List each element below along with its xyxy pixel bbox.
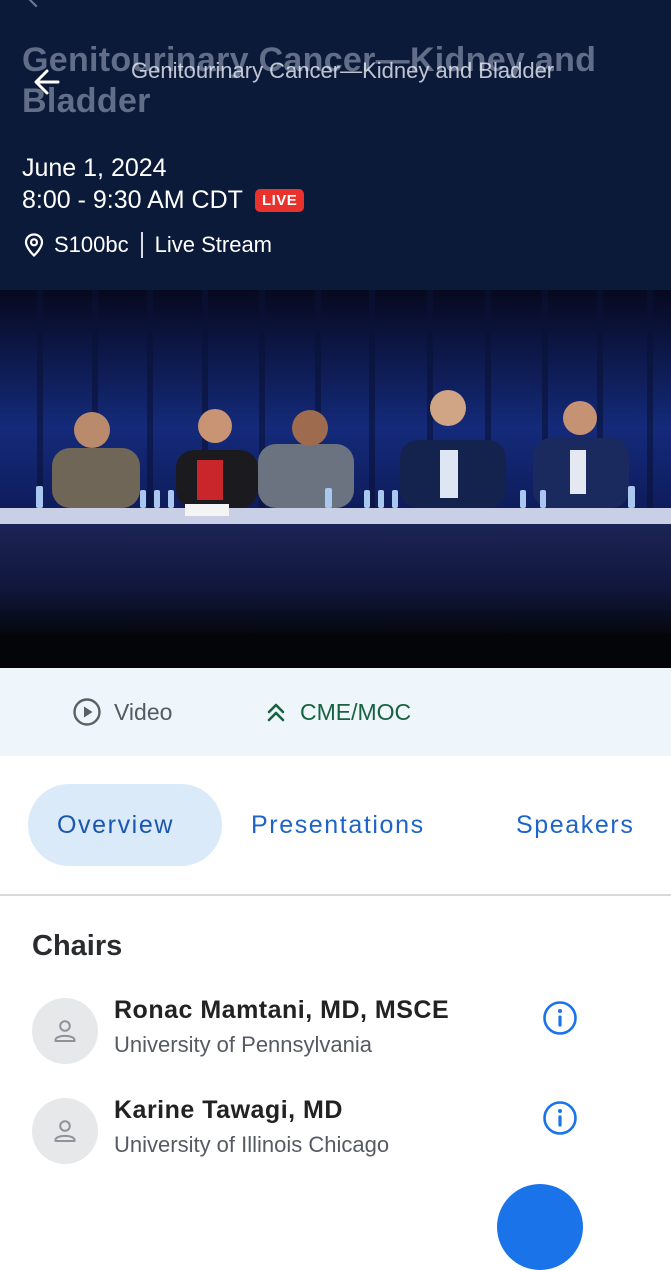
chair-name: Karine Tawagi, MD	[114, 1096, 343, 1124]
play-circle-icon	[73, 698, 101, 726]
person-icon	[54, 1020, 76, 1042]
room-label: S100bc	[54, 232, 129, 257]
chair-affiliation: University of Illinois Chicago	[114, 1132, 390, 1157]
tab-overview-label: Overview	[57, 810, 174, 839]
chevron-left-icon	[24, 0, 48, 8]
panel-scene-image	[0, 290, 671, 668]
tab-overview[interactable]: Overview	[28, 784, 222, 866]
time-row: 8:00 - 9:30 AM CDT LIVE	[22, 186, 305, 215]
page-title: Genitourinary Cancer—Kidney and Bladder	[131, 58, 555, 83]
stream-label: Live Stream	[154, 232, 273, 257]
chairs-heading: Chairs	[32, 930, 123, 962]
cme-moc-button[interactable]: CME/MOC	[264, 668, 411, 756]
arrow-left-icon	[34, 69, 60, 95]
person-icon	[54, 1120, 76, 1142]
video-tab-button[interactable]: Video	[72, 668, 172, 756]
location-row: S100bc Live Stream	[24, 232, 272, 258]
floating-action-button[interactable]	[497, 1184, 583, 1270]
chair-info-button[interactable]	[542, 1100, 578, 1136]
chair-name: Ronac Mamtani, MD, MSCE	[114, 996, 450, 1024]
tab-presentations-label: Presentations	[251, 810, 425, 839]
chair-item: Karine Tawagi, MD University of Illinois…	[0, 1096, 671, 1188]
video-player[interactable]	[0, 290, 671, 668]
double-chevron-up-icon	[267, 703, 285, 722]
tab-speakers[interactable]: Speakers	[516, 784, 634, 866]
tab-presentations[interactable]: Presentations	[251, 784, 425, 866]
cme-moc-label: CME/MOC	[300, 698, 412, 725]
avatar	[32, 998, 98, 1064]
live-badge: LIVE	[254, 189, 305, 212]
tab-speakers-label: Speakers	[516, 810, 635, 839]
info-icon	[543, 1101, 577, 1135]
chair-info-button[interactable]	[542, 1000, 578, 1036]
session-header: Genitourinary Cancer—Kidney and Bladder …	[0, 0, 671, 290]
session-time: 8:00 - 9:30 AM CDT	[22, 186, 243, 214]
chair-affiliation: University of Pennsylvania	[114, 1032, 373, 1057]
chair-item: Ronac Mamtani, MD, MSCE University of Pe…	[0, 996, 671, 1088]
session-date: June 1, 2024	[22, 154, 167, 182]
tabs-divider	[0, 894, 671, 896]
location-pin-icon	[24, 233, 44, 257]
info-icon	[543, 1001, 577, 1035]
separator	[140, 232, 143, 258]
media-tab-row: Video CME/MOC	[0, 668, 671, 756]
content-tabs: Overview Presentations Speakers	[0, 756, 671, 894]
video-tab-label: Video	[114, 698, 173, 725]
avatar	[32, 1098, 98, 1164]
back-button[interactable]	[28, 62, 68, 102]
